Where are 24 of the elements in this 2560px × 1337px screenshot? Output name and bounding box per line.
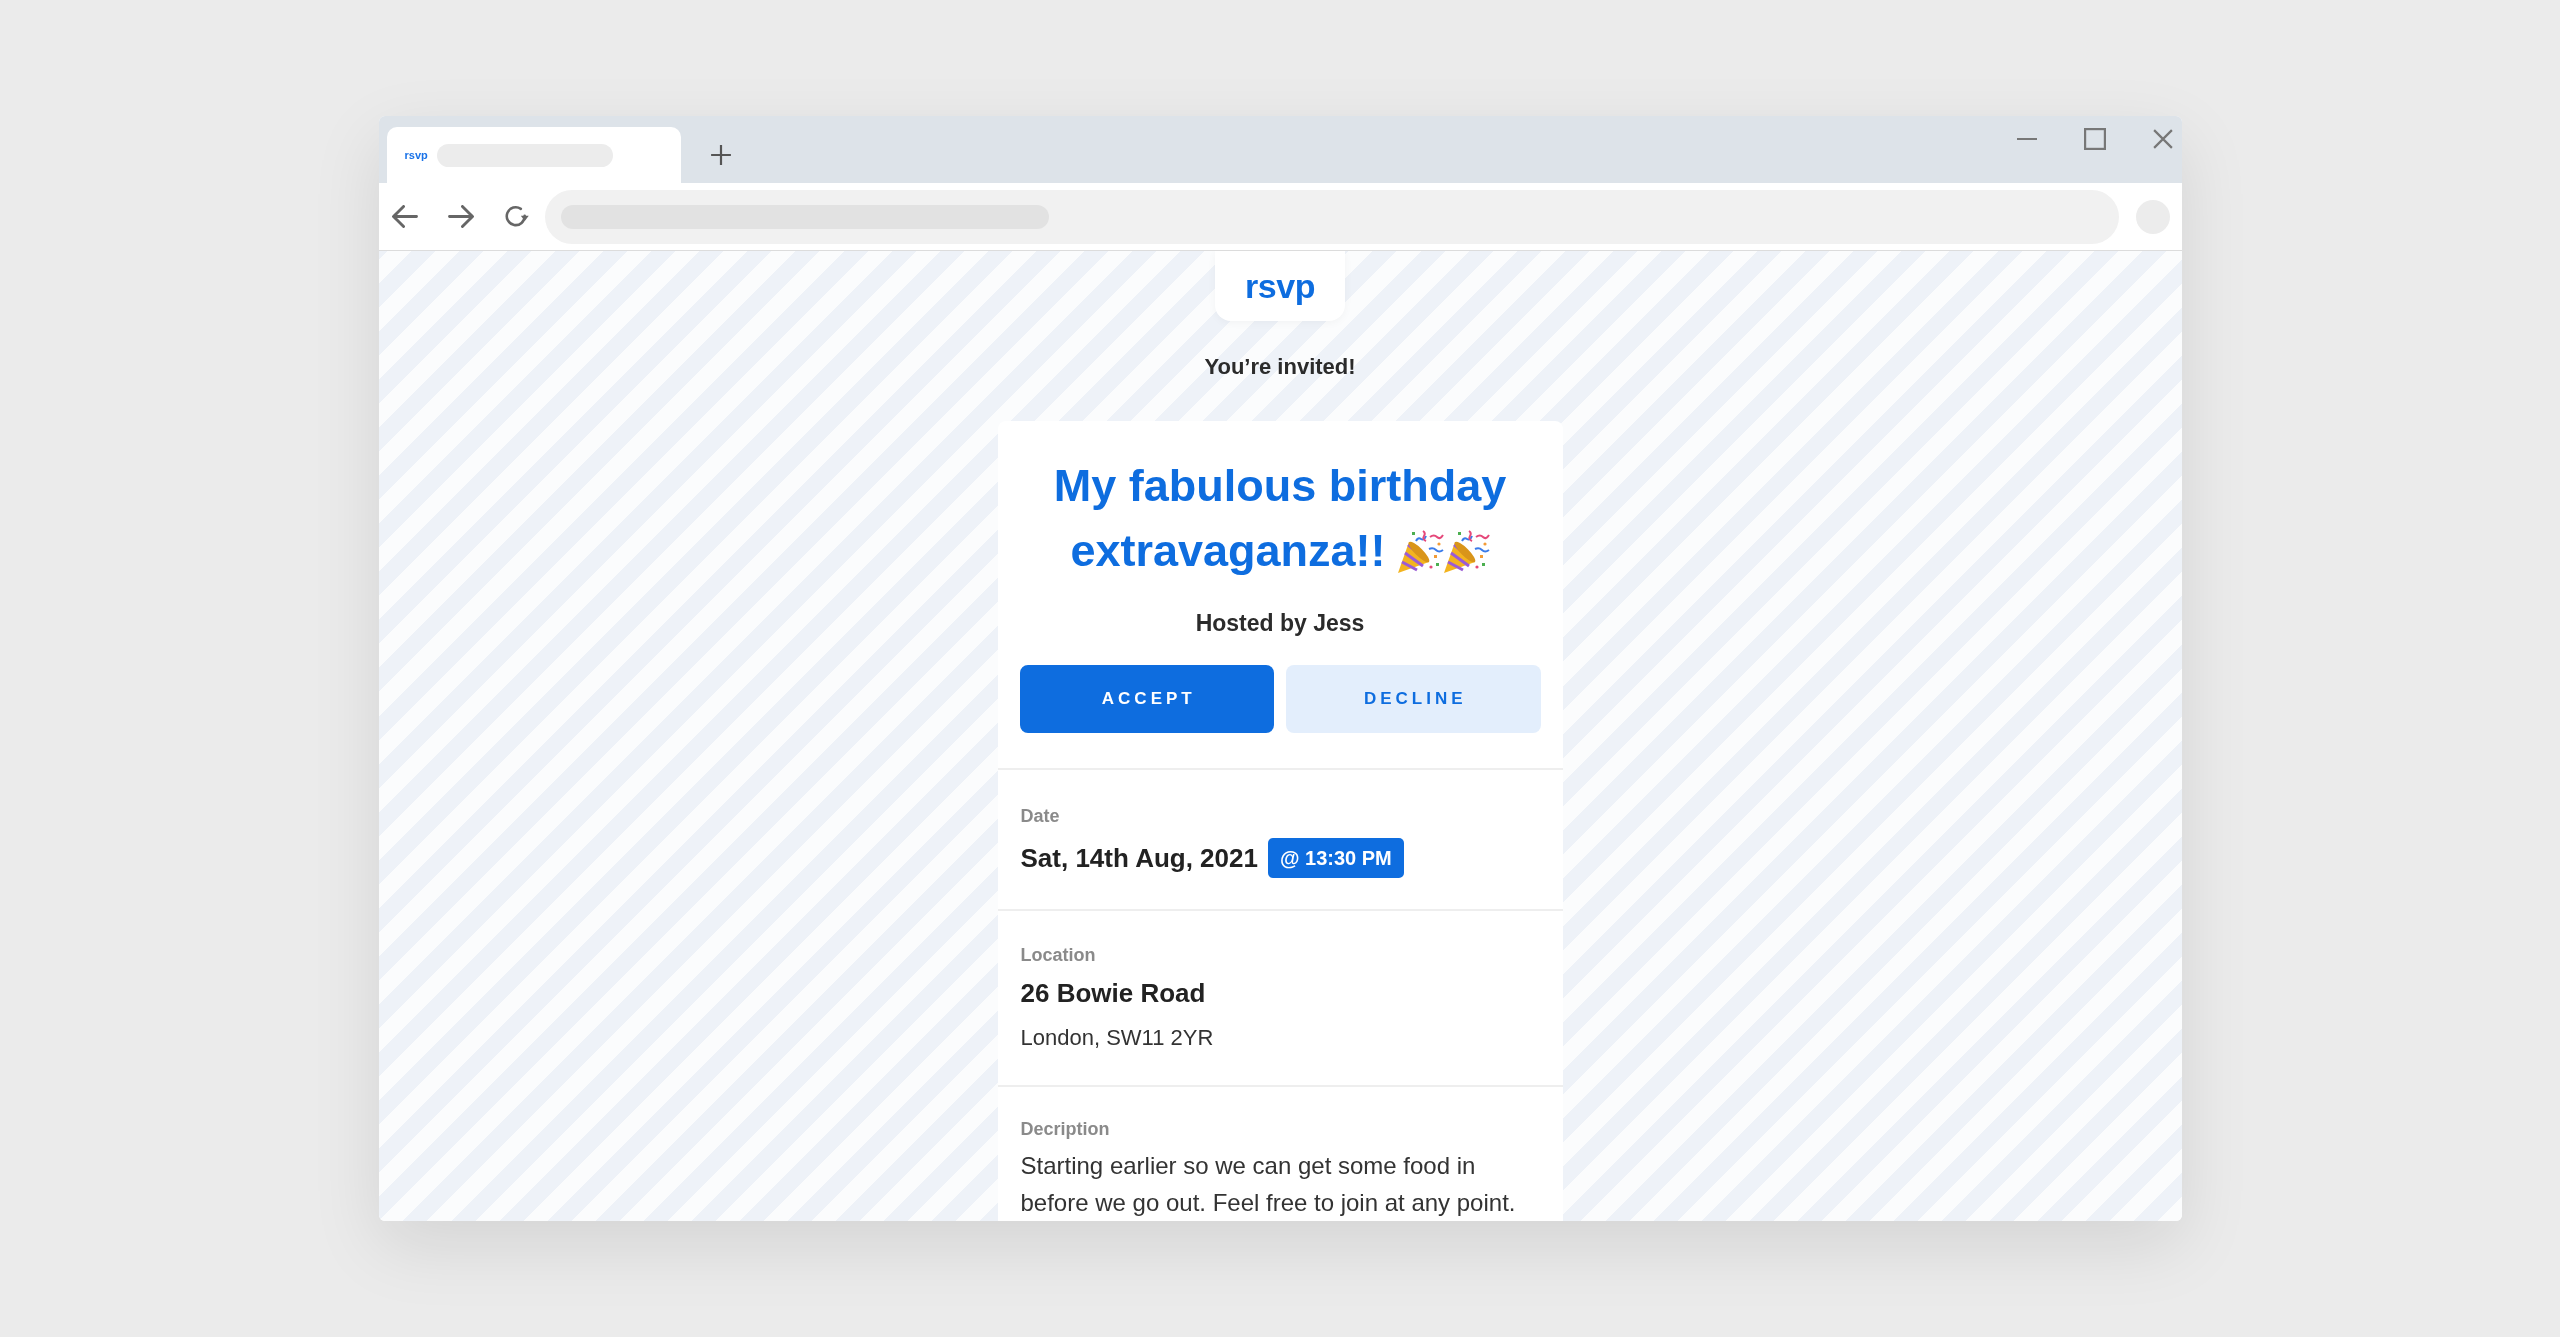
maximize-icon[interactable] (2083, 128, 2106, 150)
host-name: Hosted by Jess (1194, 609, 1366, 638)
browser-tab[interactable]: rsvp (386, 127, 681, 183)
section-label: Location (1020, 944, 1097, 967)
plus-icon[interactable] (709, 144, 732, 166)
event-title: My fabulous birthday (1053, 459, 1507, 513)
decline-button[interactable]: DECLINE (1286, 665, 1541, 733)
invite-heading: You’re invited! (1204, 354, 1356, 380)
reload-icon[interactable] (503, 205, 530, 228)
date-text: Sat, 14th Aug, 2021 (1020, 842, 1258, 874)
city-postcode-text: London, SW11 2YR (1020, 1024, 1215, 1052)
description-text: Starting earlier so we can get some food in before we go out. Feel free to join at any point. (1020, 1151, 1517, 1218)
logo: rsvp (1215, 251, 1345, 321)
time-badge: @ 13:30 PM (1267, 838, 1404, 878)
accept-button[interactable]: ACCEPT (1019, 665, 1274, 733)
section-label: Date (1020, 805, 1061, 828)
arrow-right-icon[interactable] (447, 205, 474, 228)
section-label: Decription (1020, 1118, 1111, 1141)
close-icon[interactable] (2152, 129, 2173, 149)
arrow-left-icon[interactable] (391, 205, 418, 228)
address-line: 26 Bowie Road (1020, 977, 1207, 1010)
tab-favicon-text: rsvp (404, 149, 428, 161)
minimize-icon[interactable] (2014, 137, 2039, 141)
event-title: extravaganza!! (1070, 524, 1386, 578)
